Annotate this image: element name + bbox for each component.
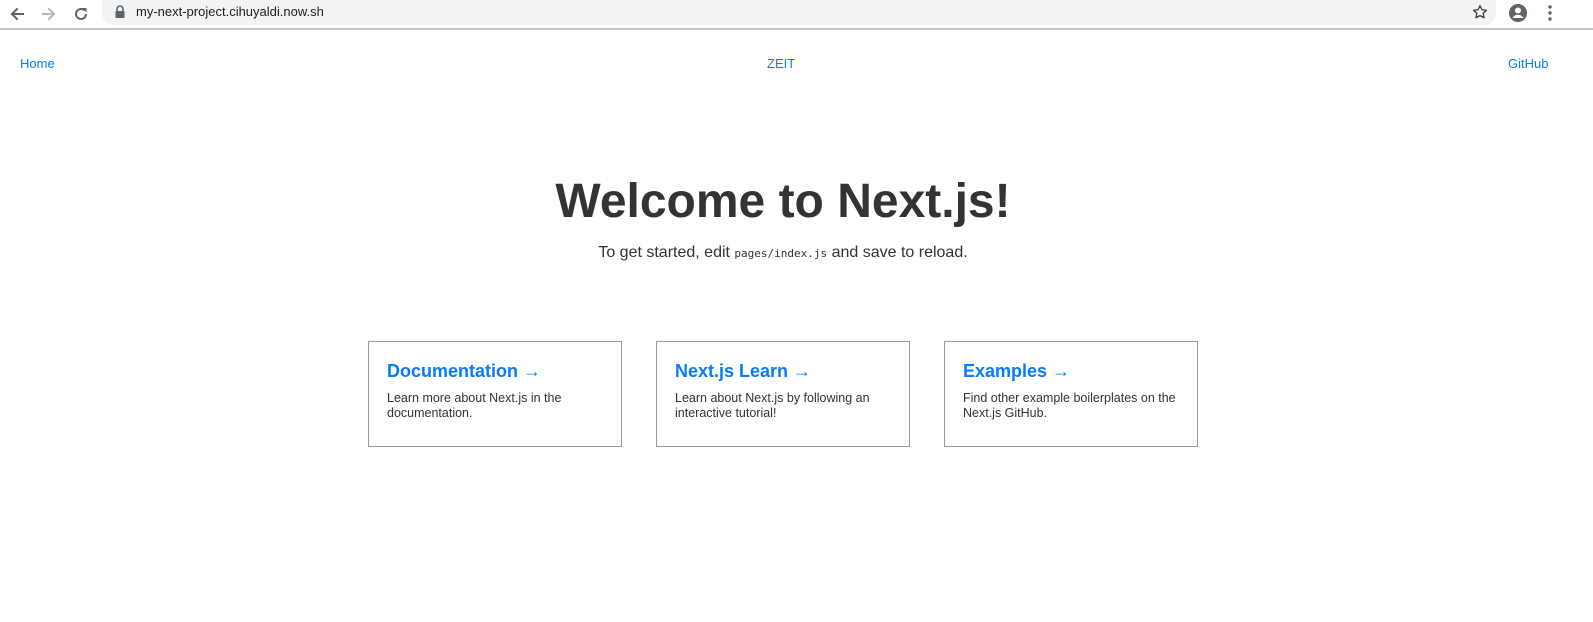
nav-link-home[interactable]: Home bbox=[20, 56, 55, 71]
card-description: Learn more about Next.js in the document… bbox=[387, 391, 562, 420]
hero-description-start: To get started, edit bbox=[598, 244, 735, 261]
browser-toolbar: my-next-project.cihuyaldi.now.sh bbox=[0, 0, 1593, 30]
nav-link-github[interactable]: GitHub bbox=[1508, 56, 1548, 71]
card-title: Examples → bbox=[963, 361, 1071, 381]
card-documentation[interactable]: Documentation → Learn more about Next.js… bbox=[368, 341, 622, 447]
address-bar[interactable]: my-next-project.cihuyaldi.now.sh bbox=[102, 0, 1496, 25]
card-description: Learn about Next.js by following an inte… bbox=[675, 391, 870, 420]
card-examples[interactable]: Examples → Find other example boilerplat… bbox=[944, 341, 1198, 447]
more-vert-icon[interactable] bbox=[1543, 3, 1557, 23]
arrow-left-icon[interactable] bbox=[6, 3, 28, 25]
lock-icon[interactable] bbox=[114, 5, 126, 19]
nav-link-zeit[interactable]: ZEIT bbox=[767, 56, 795, 71]
reload-icon[interactable] bbox=[70, 3, 92, 25]
arrow-right-icon[interactable] bbox=[38, 3, 60, 25]
account-circle-icon[interactable] bbox=[1508, 3, 1528, 23]
hero-description-end: and save to reload. bbox=[827, 244, 968, 261]
card-nextjs-learn[interactable]: Next.js Learn → Learn about Next.js by f… bbox=[656, 341, 910, 447]
code-filename: pages/index.js bbox=[734, 247, 828, 260]
card-description: Find other example boilerplates on the N… bbox=[963, 391, 1176, 420]
url-text[interactable]: my-next-project.cihuyaldi.now.sh bbox=[136, 4, 324, 19]
hero-description: To get started, edit pages/index.js and … bbox=[0, 243, 1566, 264]
card-title: Next.js Learn → bbox=[675, 361, 812, 381]
star-icon[interactable] bbox=[1471, 3, 1489, 21]
card-title: Documentation → bbox=[387, 361, 542, 381]
page-title: Welcome to Next.js! bbox=[555, 175, 1011, 228]
